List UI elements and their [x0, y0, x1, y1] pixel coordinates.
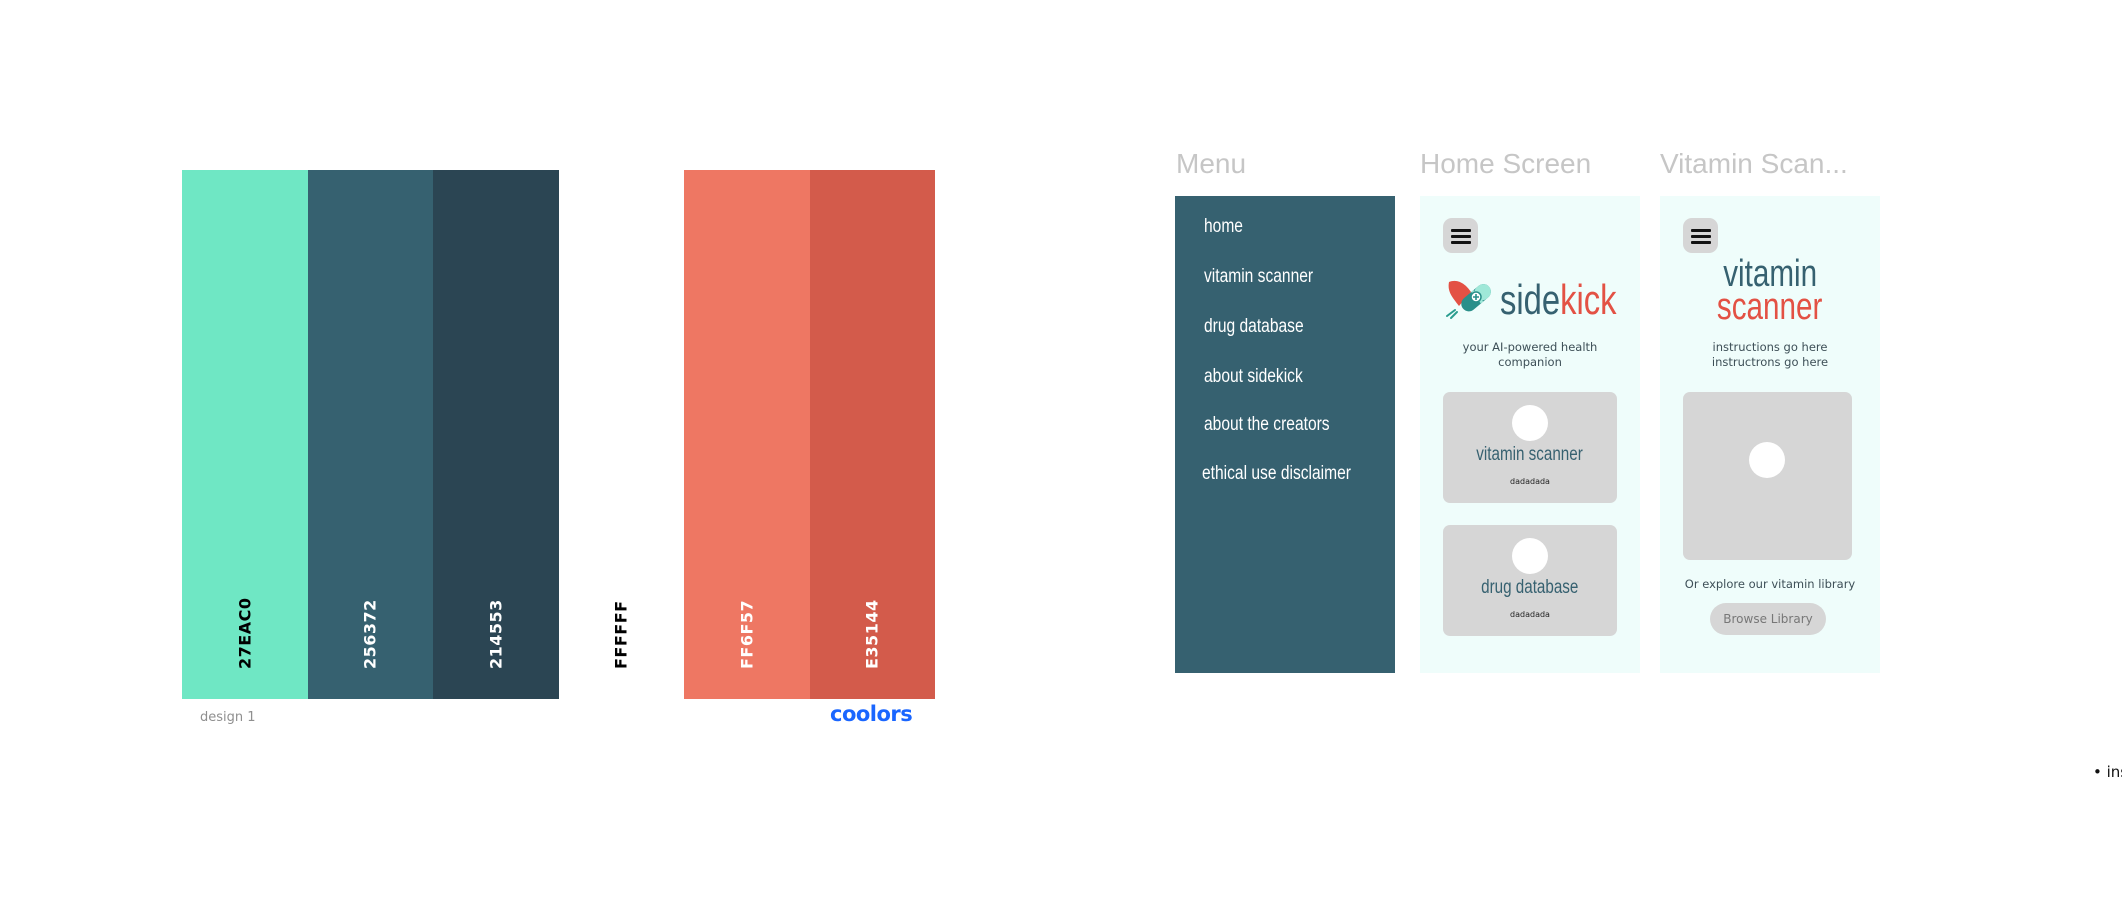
swatch-hex-code: E35144 — [862, 599, 882, 669]
color-palette: 27EAC0 256372 214553 FFFFFF FF6F57 E35144 — [182, 170, 935, 699]
menu-frame-title: Menu — [1176, 148, 1247, 179]
instructions: instructions go here instructrons go her… — [1660, 340, 1880, 370]
hamburger-line — [1451, 229, 1471, 232]
menu-item-about-sidekick[interactable]: about sidekick — [1204, 366, 1303, 388]
swatch-hex-code: FF6F57 — [737, 599, 757, 669]
card-subtitle: dadadada — [1510, 477, 1550, 486]
hamburger-line — [1451, 241, 1471, 244]
instructions-line-2: instructrons go here — [1711, 355, 1829, 369]
drug-database-card[interactable]: drug database dadadada — [1443, 525, 1617, 636]
palette-name: design 1 — [200, 710, 256, 725]
home-frame-title: Home Screen — [1420, 148, 1592, 179]
menu-item-drug-database[interactable]: drug database — [1204, 316, 1304, 338]
swatch-hex-code: 27EAC0 — [235, 597, 255, 669]
card-title: vitamin scanner — [1443, 444, 1617, 466]
bullet-text: ins — [2106, 763, 2122, 781]
explore-text: Or explore our vitamin library — [1684, 577, 1856, 591]
heading-line-2: scanner — [1717, 286, 1823, 328]
tagline-line-2: companion — [1498, 355, 1562, 369]
hamburger-menu-button[interactable] — [1683, 218, 1718, 253]
bullet-dot: • — [2093, 763, 2107, 781]
vitamin-frame-title: Vitamin Scan... — [1660, 148, 1848, 179]
menu-item-vitamin-scanner[interactable]: vitamin scanner — [1204, 266, 1313, 288]
menu-item-ethical-disclaimer[interactable]: ethical use disclaimer — [1202, 463, 1351, 485]
hamburger-line — [1451, 235, 1471, 238]
color-swatch-214553[interactable]: 214553 — [433, 170, 559, 699]
card-subtitle: dadadada — [1510, 610, 1550, 619]
swatch-hex-code: FFFFFF — [611, 600, 631, 669]
color-swatch-e35144[interactable]: E35144 — [809, 170, 935, 699]
vitamin-scanner-frame: vitamin scanner instructions go here ins… — [1660, 196, 1880, 673]
hamburger-line — [1691, 241, 1711, 244]
menu-frame: home vitamin scanner drug database about… — [1175, 196, 1395, 673]
swatch-hex-code: 256372 — [360, 599, 380, 669]
logo-text-kick: kick — [1560, 276, 1617, 323]
camera-placeholder — [1749, 442, 1785, 478]
coolors-logo: coolors — [830, 702, 913, 726]
logo-text-side: side — [1500, 276, 1561, 323]
vitamin-scanner-heading: vitamin scanner — [1660, 255, 1880, 328]
hamburger-menu-button[interactable] — [1443, 218, 1478, 253]
browse-library-button[interactable]: Browse Library — [1710, 603, 1826, 635]
swatch-hex-code: 214553 — [486, 599, 506, 669]
home-screen-frame: sidekick your AI-powered health companio… — [1420, 196, 1640, 673]
instructions-line-1: instructions go here — [1712, 340, 1828, 354]
card-title-text: drug database — [1481, 577, 1579, 598]
vitamin-scanner-card[interactable]: vitamin scanner dadadada — [1443, 392, 1617, 503]
hamburger-line — [1691, 235, 1711, 238]
color-swatch-ffffff[interactable]: FFFFFF — [558, 170, 684, 699]
card-title: drug database — [1443, 577, 1617, 599]
swatch-strip: 27EAC0 256372 214553 FFFFFF FF6F57 E35144 — [182, 170, 935, 699]
sidekick-logo-text: sidekick — [1500, 278, 1617, 322]
card-image-placeholder — [1512, 405, 1548, 441]
scan-area[interactable] — [1683, 392, 1852, 560]
menu-item-about-creators[interactable]: about the creators — [1204, 414, 1330, 436]
color-swatch-ff6f57[interactable]: FF6F57 — [684, 170, 810, 699]
tagline-line-1: your AI-powered health — [1462, 340, 1598, 354]
tagline: your AI-powered health companion — [1420, 340, 1640, 370]
card-title-text: vitamin scanner — [1476, 444, 1584, 465]
sidekick-logo-icon — [1446, 280, 1491, 319]
color-swatch-256372[interactable]: 256372 — [307, 170, 433, 699]
hamburger-line — [1691, 229, 1711, 232]
bullet-list-fragment: • ins — [2093, 763, 2122, 781]
color-swatch-27eac0[interactable]: 27EAC0 — [182, 170, 308, 699]
menu-item-home[interactable]: home — [1204, 216, 1243, 238]
card-image-placeholder — [1512, 538, 1548, 574]
